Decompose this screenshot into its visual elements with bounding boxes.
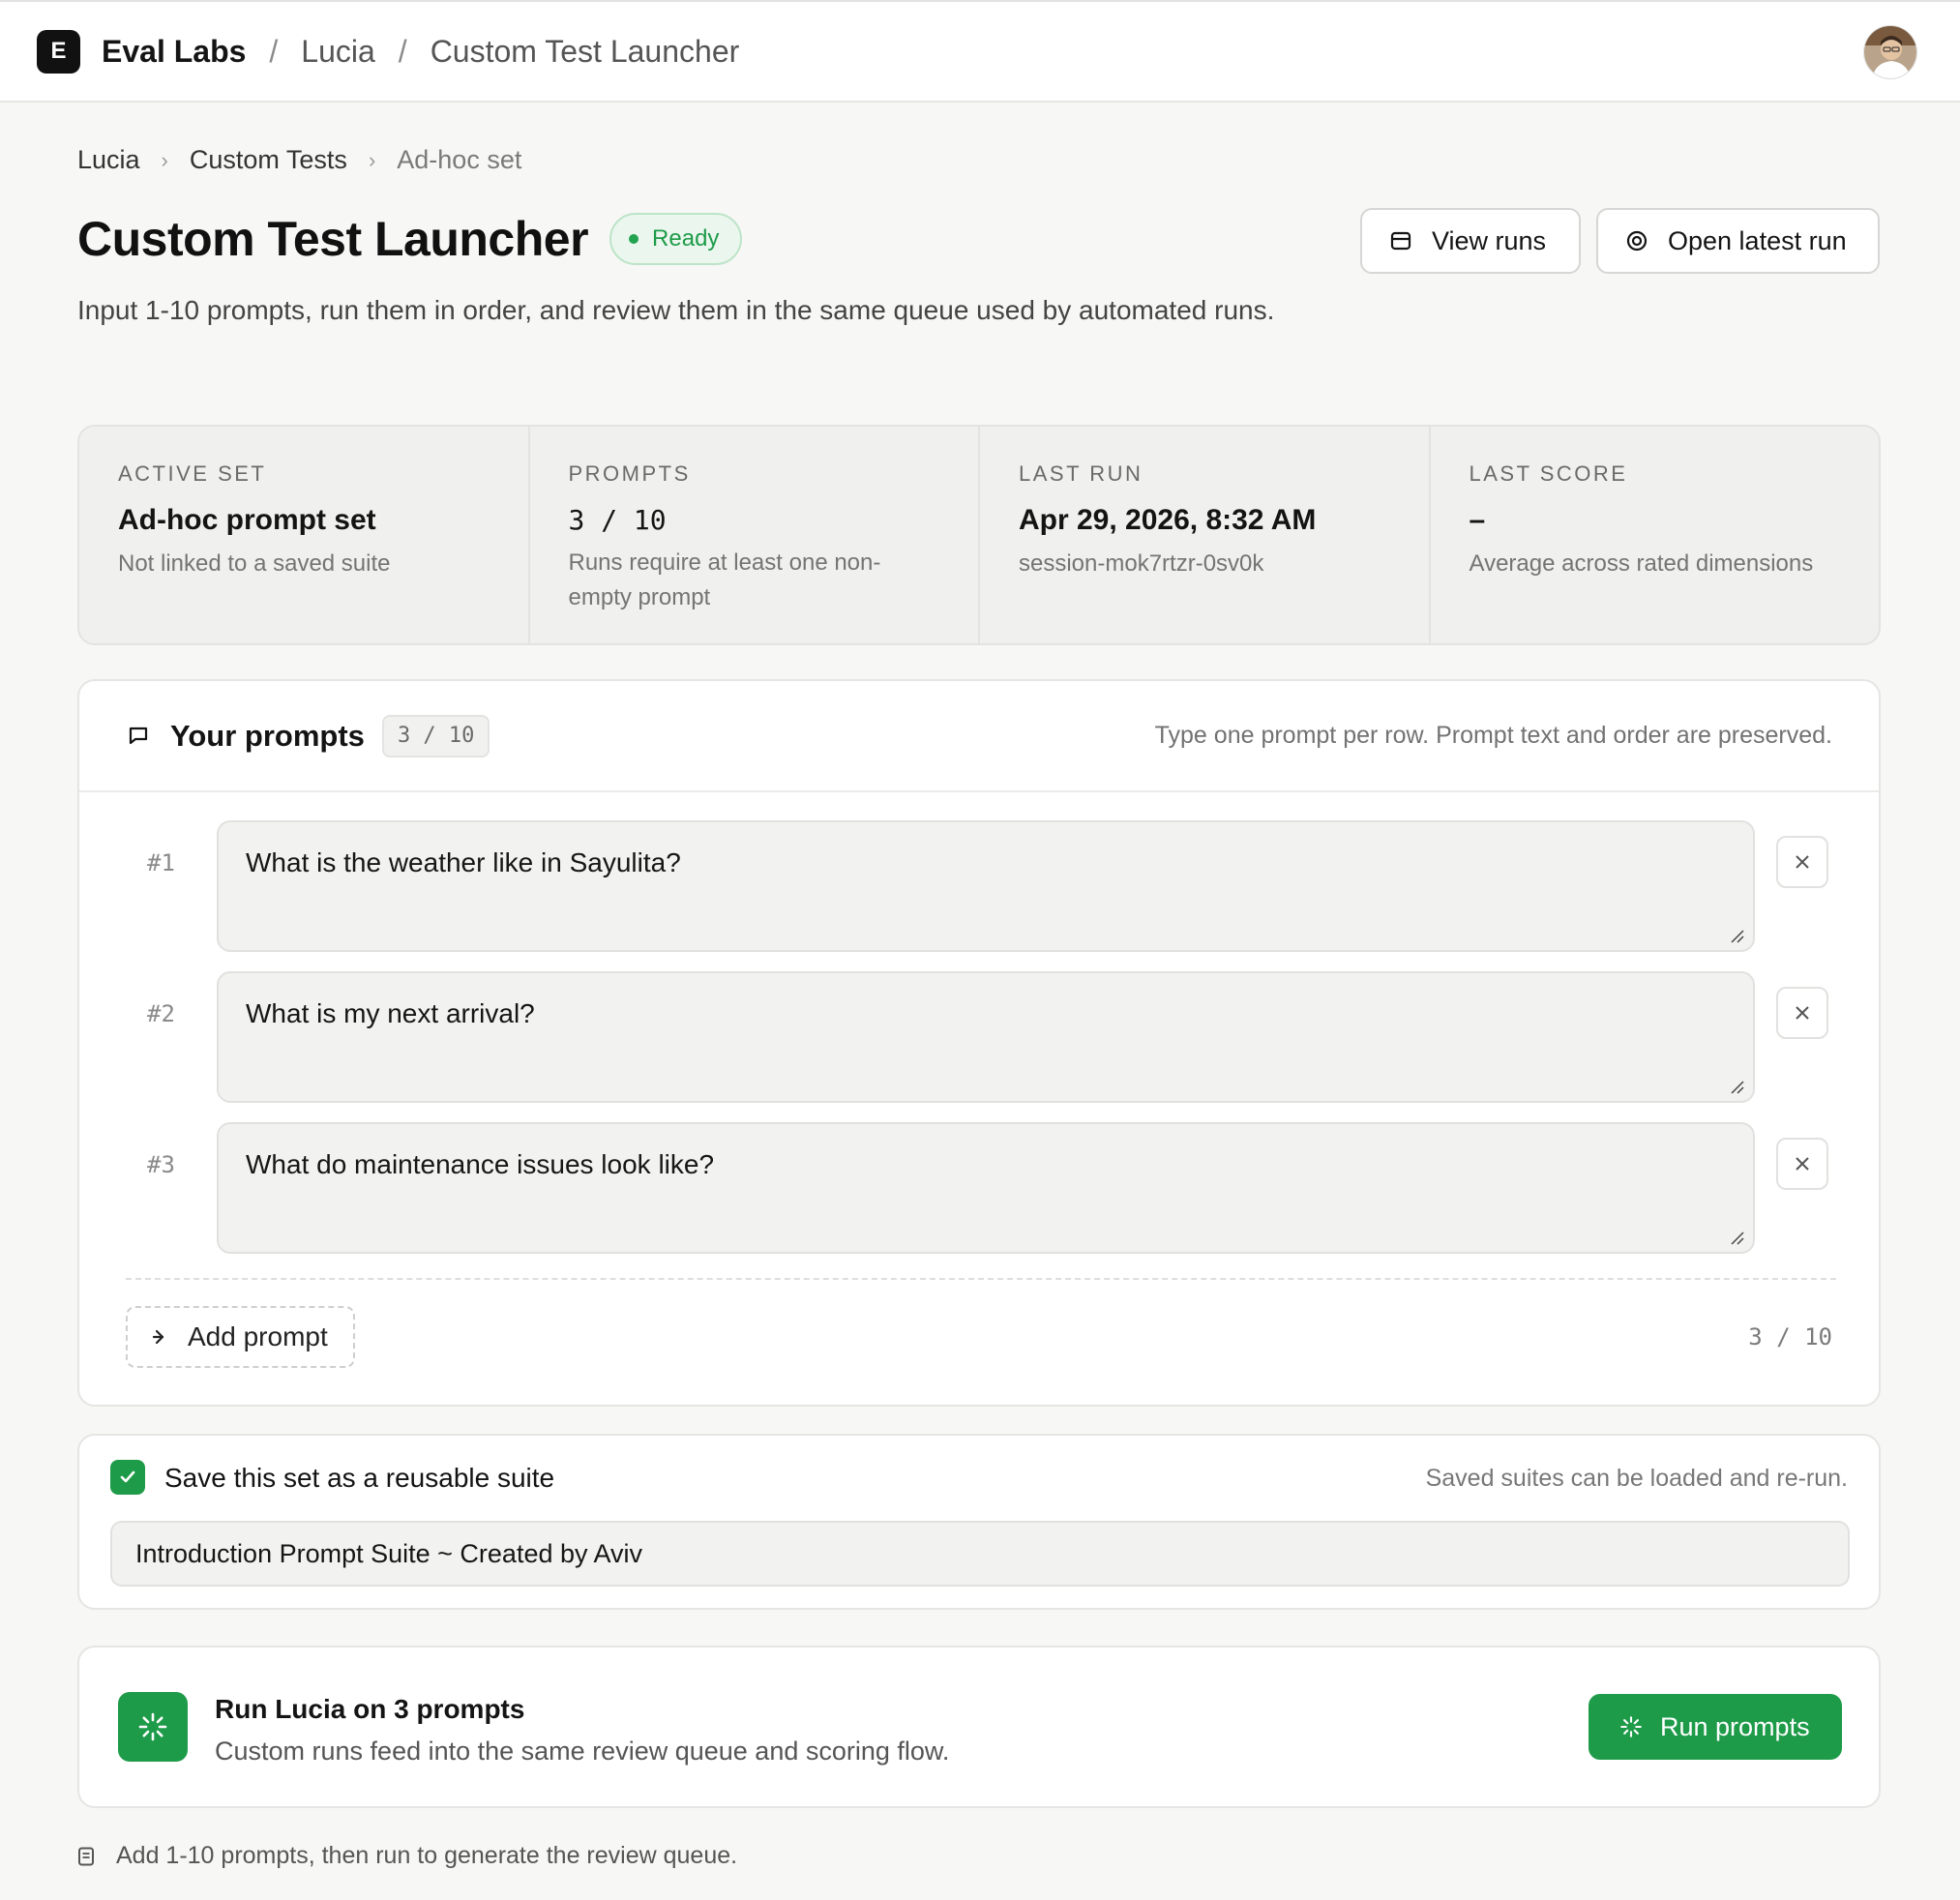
remove-prompt-button[interactable] bbox=[1776, 1138, 1828, 1190]
close-icon bbox=[1796, 1006, 1809, 1020]
check-icon bbox=[120, 1470, 135, 1483]
avatar[interactable] bbox=[1863, 25, 1917, 79]
resize-handle-icon[interactable] bbox=[1730, 1080, 1745, 1095]
prompt-input[interactable]: What do maintenance issues look like? bbox=[217, 1122, 1755, 1254]
loader-icon bbox=[118, 1692, 188, 1762]
stat-label: PROMPTS bbox=[568, 461, 691, 486]
target-icon bbox=[1626, 230, 1648, 252]
remove-prompt-button[interactable] bbox=[1776, 987, 1828, 1039]
footer-note-text: Add 1-10 prompts, then run to generate t… bbox=[116, 1842, 738, 1869]
prompt-number: #2 bbox=[147, 1000, 175, 1027]
prompt-number: #1 bbox=[147, 849, 175, 876]
stat-last-run: LAST RUN Apr 29, 2026, 8:32 AM session-m… bbox=[980, 427, 1431, 643]
stat-label: LAST SCORE bbox=[1469, 461, 1628, 486]
suite-name-value: Introduction Prompt Suite ~ Created by A… bbox=[135, 1538, 643, 1568]
stat-prompts: PROMPTS 3 / 10 Runs require at least one… bbox=[530, 427, 980, 643]
prompt-row: #1 What is the weather like in Sayulita? bbox=[79, 820, 1883, 952]
prompts-count-badge: 3 / 10 bbox=[381, 714, 490, 757]
top-crumb-page: Custom Test Launcher bbox=[430, 33, 740, 69]
prompt-number: #3 bbox=[147, 1151, 175, 1178]
save-suite-card: Save this set as a reusable suite Saved … bbox=[77, 1434, 1881, 1610]
stat-value: Apr 29, 2026, 8:32 AM bbox=[1019, 504, 1317, 536]
footer-note: Add 1-10 prompts, then run to generate t… bbox=[77, 1842, 737, 1870]
run-prompts-label: Run prompts bbox=[1660, 1711, 1810, 1741]
close-icon bbox=[1796, 1157, 1809, 1171]
stat-sub: session-mok7rtzr-0sv0k bbox=[1019, 550, 1264, 577]
archive-icon bbox=[1390, 231, 1411, 251]
save-suite-checkbox[interactable] bbox=[110, 1460, 145, 1495]
page-title: Custom Test Launcher bbox=[77, 212, 589, 266]
prompts-header: Your prompts 3 / 10 Type one prompt per … bbox=[79, 681, 1879, 792]
message-icon bbox=[129, 727, 148, 744]
prompts-card: Your prompts 3 / 10 Type one prompt per … bbox=[77, 679, 1881, 1407]
prompt-input[interactable]: What is my next arrival? bbox=[217, 971, 1755, 1103]
prompt-text: What is my next arrival? bbox=[246, 998, 535, 1028]
add-prompt-button[interactable]: Add prompt bbox=[126, 1306, 355, 1368]
stat-sub: Not linked to a saved suite bbox=[118, 550, 391, 577]
remove-prompt-button[interactable] bbox=[1776, 836, 1828, 888]
run-prompts-button[interactable]: Run prompts bbox=[1589, 1694, 1842, 1760]
add-prompt-label: Add prompt bbox=[188, 1321, 328, 1351]
run-card: Run Lucia on 3 prompts Custom runs feed … bbox=[77, 1646, 1881, 1808]
page-description: Input 1-10 prompts, run them in order, a… bbox=[77, 295, 1275, 325]
save-suite-hint: Saved suites can be loaded and re-run. bbox=[1425, 1465, 1848, 1492]
document-icon bbox=[78, 1847, 94, 1865]
breadcrumb-custom-tests[interactable]: Custom Tests bbox=[190, 145, 347, 175]
brand-name[interactable]: Eval Labs bbox=[102, 34, 246, 70]
prompts-title: Your prompts bbox=[170, 718, 365, 753]
chevron-right-icon: › bbox=[161, 147, 168, 172]
top-bar: E Eval Labs / Lucia / Custom Test Launch… bbox=[0, 0, 1960, 103]
status-dot-icon bbox=[629, 234, 639, 244]
breadcrumb-current: Ad-hoc set bbox=[397, 145, 522, 174]
prompt-input[interactable]: What is the weather like in Sayulita? bbox=[217, 820, 1755, 952]
resize-handle-icon[interactable] bbox=[1730, 1231, 1745, 1246]
top-separator: / bbox=[269, 33, 279, 69]
open-latest-run-button[interactable]: Open latest run bbox=[1596, 208, 1880, 274]
save-suite-label[interactable]: Save this set as a reusable suite bbox=[164, 1463, 554, 1494]
stat-value: – bbox=[1469, 504, 1486, 536]
stat-sub: Runs require at least one non-empty prom… bbox=[568, 549, 881, 610]
close-icon bbox=[1796, 855, 1809, 869]
run-title: Run Lucia on 3 prompts bbox=[215, 1694, 525, 1724]
resize-handle-icon[interactable] bbox=[1730, 929, 1745, 944]
top-separator: / bbox=[398, 33, 407, 69]
stat-label: ACTIVE SET bbox=[118, 461, 267, 486]
view-runs-button[interactable]: View runs bbox=[1360, 208, 1581, 274]
status-text: Ready bbox=[652, 225, 720, 252]
prompts-footer-count: 3 / 10 bbox=[1748, 1323, 1832, 1351]
divider bbox=[126, 1278, 1836, 1280]
breadcrumb-lucia[interactable]: Lucia bbox=[77, 145, 140, 175]
run-subtitle: Custom runs feed into the same review qu… bbox=[215, 1737, 950, 1766]
prompts-hint: Type one prompt per row. Prompt text and… bbox=[1154, 722, 1832, 749]
stat-value: Ad-hoc prompt set bbox=[118, 504, 376, 536]
stat-sub: Average across rated dimensions bbox=[1469, 550, 1814, 577]
status-badge: Ready bbox=[609, 213, 743, 265]
app-root: E Eval Labs / Lucia / Custom Test Launch… bbox=[0, 0, 1960, 1900]
prompt-text: What do maintenance issues look like? bbox=[246, 1149, 715, 1179]
prompt-row: #2 What is my next arrival? bbox=[79, 971, 1883, 1103]
stat-active-set: ACTIVE SET Ad-hoc prompt set Not linked … bbox=[79, 427, 530, 643]
prompt-text: What is the weather like in Sayulita? bbox=[246, 847, 681, 877]
open-latest-run-label: Open latest run bbox=[1668, 225, 1847, 255]
chevron-right-icon: › bbox=[368, 147, 376, 172]
view-runs-label: View runs bbox=[1432, 225, 1547, 255]
stats-card: ACTIVE SET Ad-hoc prompt set Not linked … bbox=[77, 425, 1881, 645]
stat-last-score: LAST SCORE – Average across rated dimens… bbox=[1431, 427, 1880, 643]
app-logo[interactable]: E bbox=[37, 29, 80, 74]
arrow-right-icon bbox=[152, 1329, 164, 1345]
breadcrumb: Lucia › Custom Tests › Ad-hoc set bbox=[77, 145, 521, 175]
suite-name-input[interactable]: Introduction Prompt Suite ~ Created by A… bbox=[110, 1521, 1850, 1587]
stat-value: 3 / 10 bbox=[568, 504, 667, 536]
loader-icon bbox=[1620, 1716, 1642, 1737]
avatar-image bbox=[1864, 26, 1916, 78]
title-row: Custom Test Launcher Ready bbox=[77, 211, 743, 267]
stat-label: LAST RUN bbox=[1019, 461, 1143, 486]
top-crumb-project[interactable]: Lucia bbox=[301, 34, 375, 70]
prompt-row: #3 What do maintenance issues look like? bbox=[79, 1122, 1883, 1254]
